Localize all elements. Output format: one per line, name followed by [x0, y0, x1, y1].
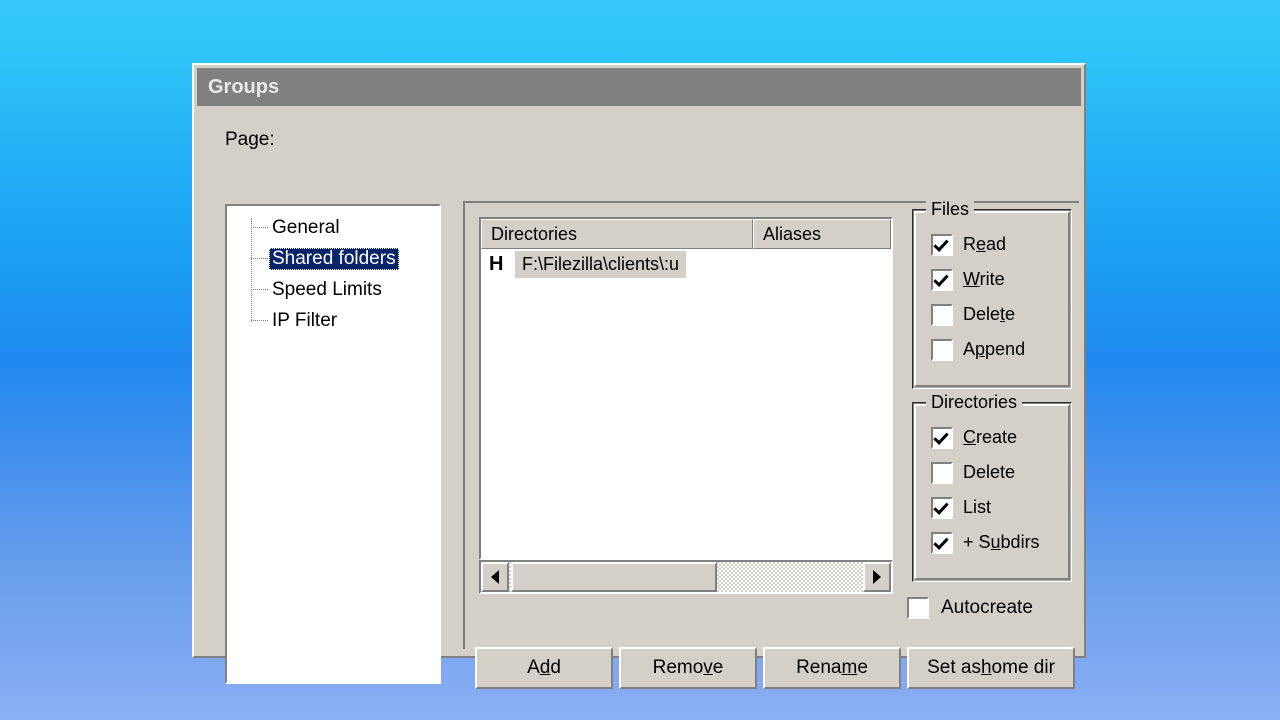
column-header-directories[interactable]: Directories [481, 219, 753, 249]
set-as-home-dir-button[interactable]: Set as h ome dir [907, 647, 1075, 689]
table-row[interactable]: H F:\Filezilla\clients\:u [481, 249, 891, 279]
page-label: Page: [225, 129, 275, 150]
checkbox-row-read[interactable]: Read [914, 227, 1070, 262]
checkbox-row-append[interactable]: Append [914, 332, 1070, 367]
checkbox-list[interactable] [931, 496, 953, 519]
checkbox-row-delete-dirs[interactable]: Delete [914, 455, 1070, 490]
shared-folders-list[interactable]: Directories Aliases H F:\Filezilla\clien… [479, 217, 893, 560]
checkbox-append[interactable] [931, 338, 953, 361]
add-button[interactable]: Add [475, 647, 613, 689]
checkbox-label-append: Append [963, 339, 1026, 359]
checkbox-row-delete-files[interactable]: Delete [914, 297, 1070, 332]
sidebar-item-shared-folders[interactable]: Shared folders [227, 243, 439, 274]
checkbox-row-list[interactable]: List [914, 490, 1070, 525]
checkbox-row-subdirs[interactable]: + Subdirs [914, 525, 1070, 560]
scroll-left-button[interactable] [481, 562, 509, 592]
checkbox-delete-files[interactable] [931, 303, 953, 326]
sidebar-item-label: Speed Limits [272, 278, 382, 300]
sidebar-item-ip-filter[interactable]: IP Filter [227, 305, 439, 336]
checkbox-label-delete-dirs: Delete [963, 462, 1016, 482]
sidebar-item-label: Shared folders [269, 247, 399, 270]
checkbox-label-create: Create [963, 427, 1018, 447]
page-tree[interactable]: General Shared folders Speed Limits IP F… [225, 204, 441, 684]
button-row: Add Remo v e Rena m e Set as h ome dir [475, 647, 1075, 689]
sidebar-item-label: IP Filter [272, 309, 338, 331]
checkbox-delete-dirs[interactable] [931, 461, 953, 484]
checkbox-row-create[interactable]: Create [914, 420, 1070, 455]
left-arrow-icon [491, 570, 499, 584]
tree-branch-icon [251, 320, 268, 321]
groups-dialog: Groups Page: General Shared folders Spee… [192, 63, 1086, 689]
sidebar-item-label: General [272, 216, 340, 238]
checkbox-read[interactable] [931, 233, 953, 256]
dialog-client-area: Page: General Shared folders Speed Limit… [197, 109, 1081, 689]
home-dir-flag: H [489, 252, 504, 275]
checkbox-label-read: Read [963, 234, 1007, 254]
dialog-title: Groups [208, 75, 280, 98]
dialog-titlebar[interactable]: Groups [197, 68, 1081, 106]
tree-branch-icon [251, 258, 268, 259]
rename-button[interactable]: Rena m e [763, 647, 901, 689]
checkbox-create[interactable] [931, 426, 953, 449]
scroll-right-button[interactable] [863, 562, 891, 592]
list-body: H F:\Filezilla\clients\:u [481, 249, 891, 558]
checkbox-label-write: Write [963, 269, 1005, 289]
tree-branch-icon [251, 289, 268, 290]
checkbox-write[interactable] [931, 268, 953, 291]
tree-branch-icon [251, 227, 268, 228]
checkbox-label-subdirs: + Subdirs [963, 532, 1040, 552]
checkbox-autocreate[interactable] [907, 597, 929, 619]
list-header: Directories Aliases [481, 219, 891, 249]
checkbox-subdirs[interactable] [931, 531, 953, 554]
scrollbar-thumb[interactable] [511, 562, 717, 592]
right-arrow-icon [873, 570, 881, 584]
directories-group-title: Directories [926, 392, 1023, 413]
files-group-title: Files [926, 199, 975, 220]
horizontal-scrollbar[interactable] [479, 560, 893, 594]
checkbox-row-write[interactable]: Write [914, 262, 1070, 297]
files-permissions-group: Files Read Write Delete Append [912, 199, 1072, 389]
checkbox-label-delete-files: Delete [963, 304, 1016, 324]
directories-permissions-group: Directories Create Delete List + Subdirs [912, 392, 1072, 582]
directory-path[interactable]: F:\Filezilla\clients\:u [515, 250, 687, 278]
checkbox-label-list: List [963, 497, 992, 517]
remove-button[interactable]: Remo v e [619, 647, 757, 689]
checkbox-row-autocreate[interactable]: Autocreate [907, 597, 1033, 619]
sidebar-item-general[interactable]: General [227, 212, 439, 243]
checkbox-label-autocreate: Autocreate [941, 597, 1033, 618]
column-header-aliases[interactable]: Aliases [753, 219, 891, 249]
sidebar-item-speed-limits[interactable]: Speed Limits [227, 274, 439, 305]
